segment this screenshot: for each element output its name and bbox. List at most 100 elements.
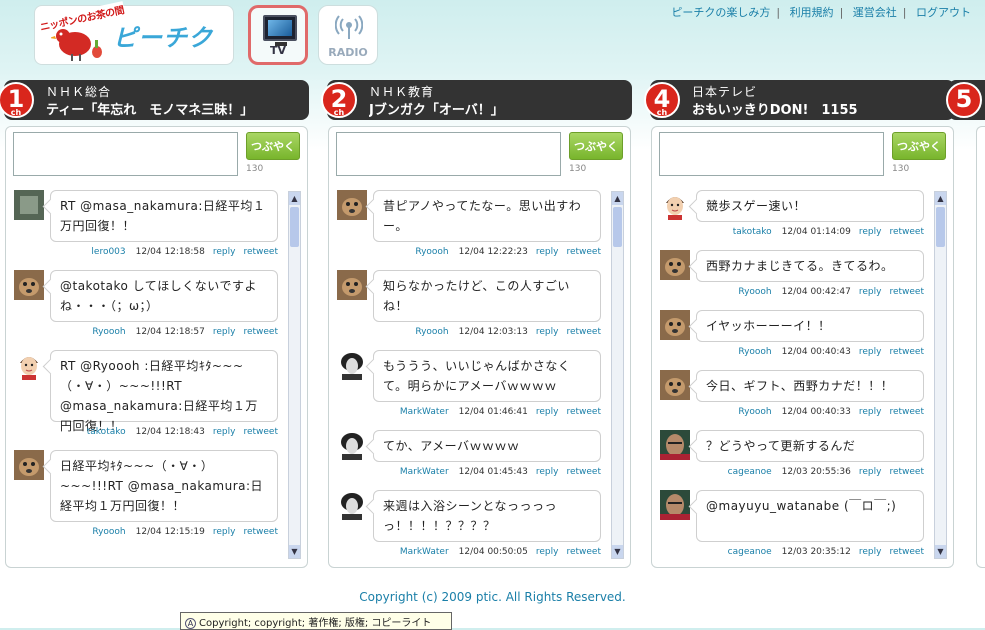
- tweet-username[interactable]: lero003: [91, 247, 125, 257]
- radio-mode-button[interactable]: RADIO: [318, 5, 378, 65]
- tweet-button[interactable]: つぶやく: [892, 132, 946, 160]
- tweet-username[interactable]: Ryoooh: [738, 347, 771, 357]
- channel-column-5-peek[interactable]: 5: [946, 80, 985, 120]
- tweet-username[interactable]: Ryoooh: [415, 327, 448, 337]
- char-count: 130: [246, 164, 264, 174]
- reply-link[interactable]: reply: [859, 547, 882, 557]
- scroll-thumb[interactable]: [613, 207, 622, 247]
- scroll-down-arrow-icon[interactable]: ▼: [612, 545, 623, 558]
- tweet-meta: Ryoooh 12/04 12:18:57 reply retweet: [92, 327, 278, 337]
- retweet-link[interactable]: retweet: [889, 287, 924, 297]
- channel-header[interactable]: 1 ch ＮＨＫ総合 ティー「年忘れ モノマネ三昧！」: [0, 80, 309, 120]
- reply-link[interactable]: reply: [536, 247, 559, 257]
- scroll-down-arrow-icon[interactable]: ▼: [935, 545, 946, 558]
- tweet-timestamp: 12/04 01:46:41: [458, 407, 528, 417]
- retweet-link[interactable]: retweet: [889, 407, 924, 417]
- user-avatar[interactable]: [337, 190, 367, 220]
- reply-link[interactable]: reply: [213, 427, 236, 437]
- tweet-input[interactable]: [336, 132, 561, 176]
- retweet-link[interactable]: retweet: [566, 467, 601, 477]
- scroll-up-arrow-icon[interactable]: ▲: [289, 192, 300, 205]
- user-avatar[interactable]: [14, 350, 44, 380]
- tweet-input[interactable]: [659, 132, 884, 176]
- retweet-link[interactable]: retweet: [243, 527, 278, 537]
- reply-link[interactable]: reply: [213, 247, 236, 257]
- scroll-thumb[interactable]: [936, 207, 945, 247]
- retweet-link[interactable]: retweet: [889, 227, 924, 237]
- user-avatar[interactable]: [337, 350, 367, 380]
- link-company[interactable]: 運営会社: [847, 6, 903, 19]
- retweet-link[interactable]: retweet: [243, 247, 278, 257]
- tweet-username[interactable]: cageanoe: [728, 547, 772, 557]
- tweet-input[interactable]: [13, 132, 238, 176]
- tweet-item: @takotako してほしくないですよね・・・（；ω；） Ryoooh 12/04…: [6, 265, 290, 345]
- user-avatar[interactable]: [14, 450, 44, 480]
- scroll-down-arrow-icon[interactable]: ▼: [289, 545, 300, 558]
- user-avatar[interactable]: [660, 190, 690, 220]
- scroll-up-arrow-icon[interactable]: ▲: [935, 192, 946, 205]
- link-logout[interactable]: ログアウト: [910, 6, 977, 19]
- user-avatar[interactable]: [337, 490, 367, 520]
- tweet-username[interactable]: takotako: [733, 227, 772, 237]
- tweet-username[interactable]: cageanoe: [728, 467, 772, 477]
- tweet-button[interactable]: つぶやく: [246, 132, 300, 160]
- retweet-link[interactable]: retweet: [566, 247, 601, 257]
- tweet-username[interactable]: Ryoooh: [738, 287, 771, 297]
- tweet-timestamp: 12/03 20:35:12: [781, 547, 851, 557]
- tweet-button[interactable]: つぶやく: [569, 132, 623, 160]
- reply-link[interactable]: reply: [859, 287, 882, 297]
- retweet-link[interactable]: retweet: [889, 467, 924, 477]
- tweet-username[interactable]: MarkWater: [400, 467, 449, 477]
- reply-link[interactable]: reply: [859, 467, 882, 477]
- feed-scrollbar[interactable]: ▲ ▼: [934, 191, 947, 559]
- tweet-meta: Ryoooh 12/04 12:22:23 reply retweet: [415, 247, 601, 257]
- link-how-to-enjoy[interactable]: ピーチクの楽しみ方: [665, 6, 776, 19]
- retweet-link[interactable]: retweet: [889, 347, 924, 357]
- reply-link[interactable]: reply: [536, 547, 559, 557]
- reply-link[interactable]: reply: [213, 327, 236, 337]
- retweet-link[interactable]: retweet: [566, 547, 601, 557]
- retweet-link[interactable]: retweet: [243, 427, 278, 437]
- tweet-timestamp: 12/04 01:45:43: [458, 467, 528, 477]
- channel-name: 日本テレビ: [692, 85, 758, 99]
- footer-copyright: Copyright (c) 2009 ptic. All Rights Rese…: [359, 590, 626, 604]
- channel-header[interactable]: 2 ch ＮＨＫ教育 Jブンガク「オーバ！」: [321, 80, 632, 120]
- user-avatar[interactable]: [337, 270, 367, 300]
- user-avatar[interactable]: [337, 430, 367, 460]
- channel-badge: 2 ch: [321, 82, 357, 118]
- tweet-username[interactable]: Ryoooh: [92, 327, 125, 337]
- scroll-up-arrow-icon[interactable]: ▲: [612, 192, 623, 205]
- retweet-link[interactable]: retweet: [566, 327, 601, 337]
- channel-header[interactable]: 4 ch 日本テレビ おもいッきりDON! 1155: [644, 80, 955, 120]
- tweet-username[interactable]: Ryoooh: [415, 247, 448, 257]
- site-logo[interactable]: ニッポンのお茶の間 ピーチク: [34, 1, 234, 65]
- user-avatar[interactable]: [660, 430, 690, 460]
- feed-scrollbar[interactable]: ▲ ▼: [611, 191, 624, 559]
- tweet-username[interactable]: takotako: [87, 427, 126, 437]
- tweet-username[interactable]: MarkWater: [400, 547, 449, 557]
- link-terms[interactable]: 利用規約: [784, 6, 840, 19]
- reply-link[interactable]: reply: [859, 227, 882, 237]
- reply-link[interactable]: reply: [536, 407, 559, 417]
- tv-label: TV: [269, 44, 287, 57]
- user-avatar[interactable]: [14, 190, 44, 220]
- feed-scrollbar[interactable]: ▲ ▼: [288, 191, 301, 559]
- tv-mode-button[interactable]: TV: [248, 5, 308, 65]
- user-avatar[interactable]: [14, 270, 44, 300]
- reply-link[interactable]: reply: [213, 527, 236, 537]
- reply-link[interactable]: reply: [859, 347, 882, 357]
- reply-link[interactable]: reply: [536, 467, 559, 477]
- retweet-link[interactable]: retweet: [889, 547, 924, 557]
- user-avatar[interactable]: [660, 250, 690, 280]
- reply-link[interactable]: reply: [859, 407, 882, 417]
- reply-link[interactable]: reply: [536, 327, 559, 337]
- tweet-username[interactable]: Ryoooh: [92, 527, 125, 537]
- tweet-username[interactable]: MarkWater: [400, 407, 449, 417]
- user-avatar[interactable]: [660, 370, 690, 400]
- tweet-username[interactable]: Ryoooh: [738, 407, 771, 417]
- scroll-thumb[interactable]: [290, 207, 299, 247]
- retweet-link[interactable]: retweet: [566, 407, 601, 417]
- user-avatar[interactable]: [660, 490, 690, 520]
- retweet-link[interactable]: retweet: [243, 327, 278, 337]
- user-avatar[interactable]: [660, 310, 690, 340]
